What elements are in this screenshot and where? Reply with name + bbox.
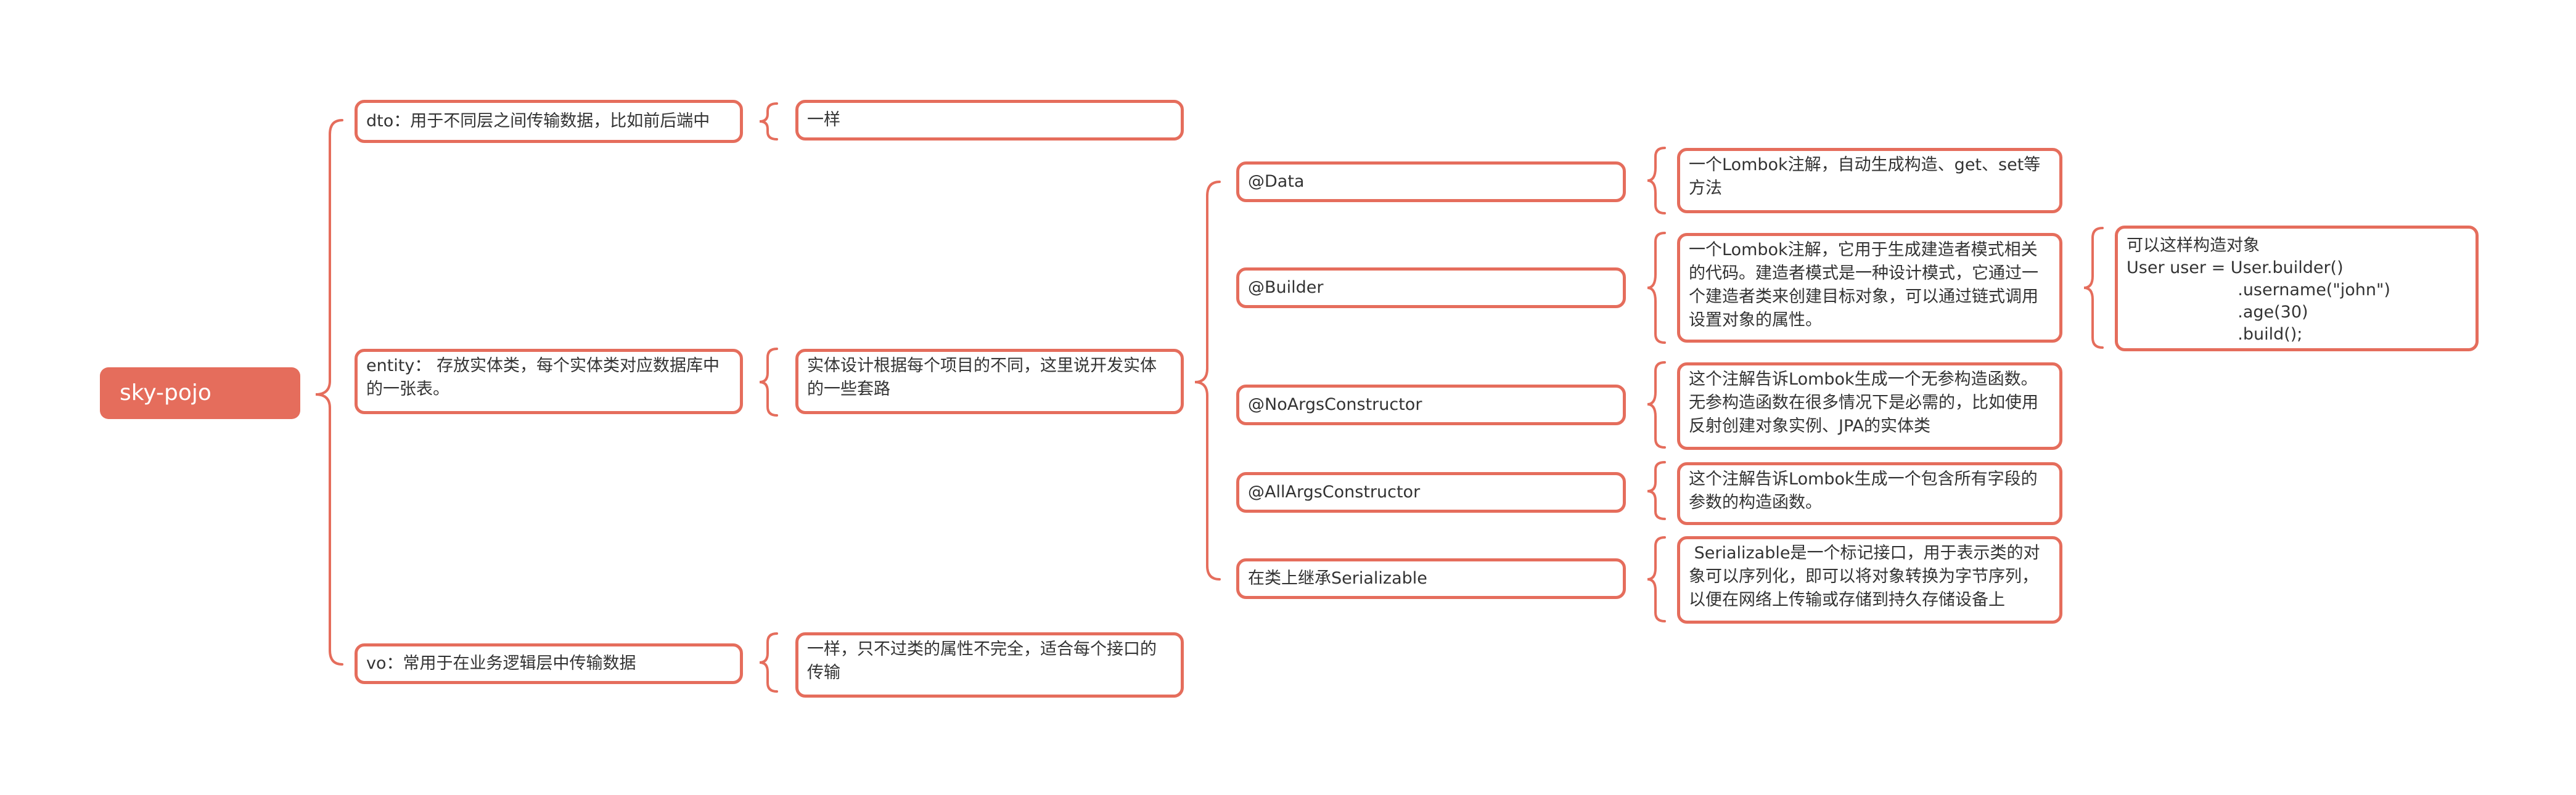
entity-node[interactable]: entity： 存放实体类，每个实体类对应数据库中的一张表。 — [355, 349, 743, 414]
data-desc-node[interactable]: 一个Lombok注解，自动生成构造、get、set等方法 — [1677, 148, 2062, 213]
serializable-desc-node[interactable]: Serializable是一个标记接口，用于表示类的对象可以序列化，即可以将对象… — [1677, 536, 2062, 624]
dto-note-node[interactable]: 一样 — [795, 100, 1184, 141]
mindmap-canvas: sky-pojo dto：用于不同层之间传输数据，比如前后端中 entity： … — [0, 0, 2576, 795]
root-node[interactable]: sky-pojo — [100, 367, 300, 419]
annotation-serializable-node[interactable]: 在类上继承Serializable — [1236, 558, 1626, 599]
annotation-allargs-node[interactable]: @AllArgsConstructor — [1236, 472, 1626, 513]
annotations-bracket — [1194, 181, 1221, 581]
allargs-desc-bracket — [1647, 461, 1666, 520]
serializable-desc-bracket — [1647, 536, 1666, 622]
vo-node[interactable]: vo：常用于在业务逻辑层中传输数据 — [355, 643, 743, 684]
entity-bracket — [759, 348, 778, 417]
root-bracket — [315, 119, 343, 666]
noargs-desc-node[interactable]: 这个注解告诉Lombok生成一个无参构造函数。无参构造函数在很多情况下是必需的，… — [1677, 362, 2062, 450]
example-bracket — [2083, 227, 2104, 349]
annotation-noargs-node[interactable]: @NoArgsConstructor — [1236, 385, 1626, 425]
noargs-desc-bracket — [1647, 361, 1666, 449]
annotation-builder-node[interactable]: @Builder — [1236, 267, 1626, 308]
annotation-data-node[interactable]: @Data — [1236, 161, 1626, 202]
entity-note-node[interactable]: 实体设计根据每个项目的不同，这里说开发实体的一些套路 — [795, 349, 1184, 414]
vo-bracket — [759, 632, 778, 693]
dto-bracket — [759, 102, 778, 141]
builder-desc-bracket — [1647, 232, 1666, 344]
allargs-desc-node[interactable]: 这个注解告诉Lombok生成一个包含所有字段的参数的构造函数。 — [1677, 462, 2062, 525]
dto-node[interactable]: dto：用于不同层之间传输数据，比如前后端中 — [355, 100, 743, 143]
builder-desc-node[interactable]: 一个Lombok注解，它用于生成建造者模式相关的代码。建造者模式是一种设计模式，… — [1677, 233, 2062, 343]
data-desc-bracket — [1647, 147, 1666, 214]
vo-note-node[interactable]: 一样，只不过类的属性不完全，适合每个接口的传输 — [795, 632, 1184, 698]
builder-example-node[interactable]: 可以这样构造对象 User user = User.builder() .use… — [2115, 226, 2479, 351]
